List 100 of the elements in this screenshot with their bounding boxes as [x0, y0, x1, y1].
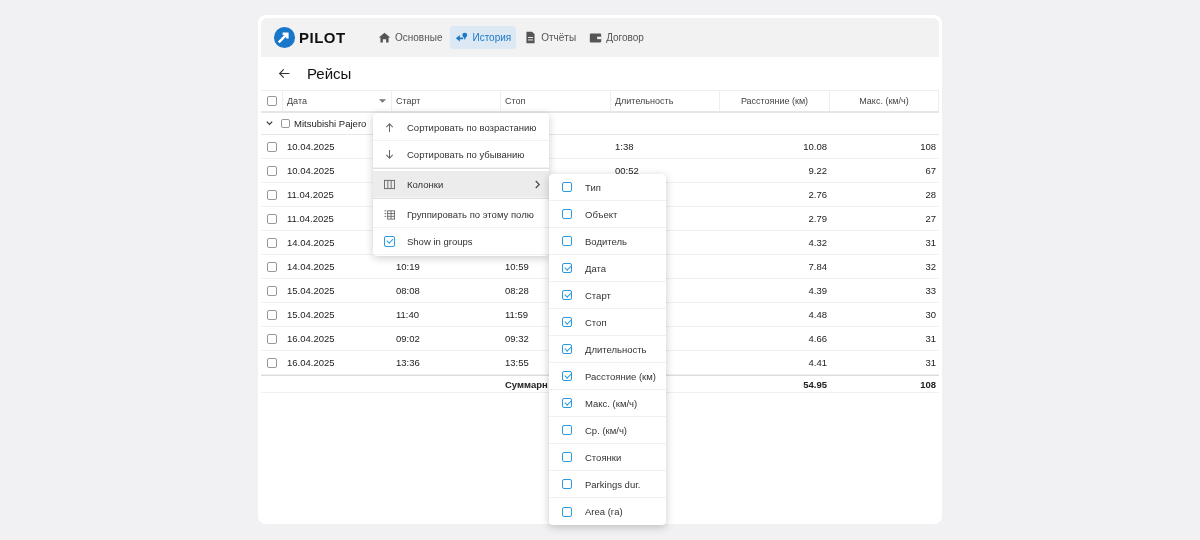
table-cell: 33	[925, 285, 936, 296]
select-all-checkbox[interactable]	[266, 96, 277, 106]
nav-tab[interactable]: История	[450, 26, 517, 49]
row-checkbox[interactable]	[267, 213, 277, 224]
summary-cell: 108	[920, 378, 936, 390]
nav-tab[interactable]: Отчёты	[519, 26, 582, 49]
arrow-down-icon	[384, 148, 395, 160]
table-cell: 11:59	[505, 309, 529, 320]
caret-icon[interactable]	[378, 98, 387, 104]
table-cell: 32	[925, 261, 936, 272]
table-cell: 11.04.2025	[287, 189, 334, 200]
column-header[interactable]: Расстояние (км)	[740, 96, 809, 106]
document-icon	[524, 31, 538, 44]
table-cell: 08:28	[505, 285, 529, 296]
table-cell: 15.04.2025	[287, 309, 335, 320]
row-checkbox[interactable]	[267, 165, 277, 176]
menu-item[interactable]: Дата	[549, 255, 666, 282]
checkbox[interactable]	[562, 290, 572, 300]
checkbox[interactable]	[562, 236, 572, 246]
checkbox[interactable]	[562, 398, 572, 408]
table-cell: 00:52	[615, 165, 639, 176]
row-checkbox[interactable]	[267, 141, 277, 152]
table-cell: 108	[920, 141, 936, 152]
table-cell: 09:32	[505, 333, 529, 344]
columns-icon	[384, 178, 395, 190]
row-checkbox[interactable]	[267, 261, 277, 272]
table-cell: 11.04.2025	[287, 213, 334, 224]
table-cell: 16.04.2025	[287, 333, 335, 344]
menu-item[interactable]: Колонки	[373, 171, 549, 198]
menu-item[interactable]: Старт	[549, 282, 666, 309]
table-icon	[384, 208, 395, 220]
menu-item[interactable]: Группировать по этому полю	[373, 201, 549, 228]
menu-item[interactable]: Расстояние (км)	[549, 363, 666, 390]
column-header[interactable]: Длительность	[615, 96, 674, 106]
table-cell: 14.04.2025	[287, 261, 335, 272]
group-checkbox[interactable]	[281, 119, 290, 128]
checkbox[interactable]	[562, 506, 572, 517]
table-cell: 2.76	[808, 189, 827, 200]
checkbox[interactable]	[562, 317, 572, 327]
checkbox[interactable]	[562, 344, 572, 354]
menu-item[interactable]: Стоп	[549, 309, 666, 336]
menu-item[interactable]: Ср. (км/ч)	[549, 417, 666, 444]
page-title: Рейсы	[307, 65, 352, 82]
summary-label: Суммарн	[505, 378, 548, 390]
menu-item[interactable]: Тип	[549, 174, 666, 201]
checkbox[interactable]	[562, 452, 572, 462]
summary-cell: 54.95	[803, 378, 827, 390]
table-cell: 67	[925, 165, 936, 176]
table-cell: 7.84	[808, 261, 827, 272]
back-arrow-icon[interactable]	[278, 67, 291, 80]
checkbox[interactable]	[562, 479, 572, 489]
menu-item[interactable]: Стоянки	[549, 444, 666, 471]
menu-item[interactable]: Водитель	[549, 228, 666, 255]
checkbox[interactable]	[562, 425, 572, 435]
table-cell: 4.48	[808, 309, 827, 320]
nav-tab[interactable]: Договор	[584, 26, 649, 49]
chevron-icon[interactable]	[265, 119, 274, 128]
table-cell: 9.22	[808, 165, 827, 176]
table-cell: 09:02	[396, 333, 420, 344]
menu-item[interactable]: Сортировать по убыванию	[373, 141, 549, 168]
table-cell: 1:38	[615, 141, 634, 152]
table-cell: 27	[925, 213, 936, 224]
table-cell: 10:19	[396, 261, 420, 272]
nav-tab[interactable]: Основные	[373, 26, 448, 49]
route-pin-icon	[455, 31, 469, 44]
home-icon	[378, 31, 391, 44]
checkbox[interactable]	[384, 235, 395, 247]
table-cell: 10.04.2025	[287, 165, 335, 176]
column-header[interactable]: Старт	[396, 96, 421, 106]
column-header[interactable]: Стоп	[505, 96, 526, 106]
table-cell: 31	[925, 357, 936, 368]
checkbox[interactable]	[562, 209, 572, 219]
table-cell: 31	[925, 237, 936, 248]
table-cell: 11:40	[396, 309, 420, 320]
group-label: Mitsubishi Pajero	[294, 118, 367, 129]
logo-icon	[273, 26, 296, 49]
column-header[interactable]: Дата	[287, 96, 307, 106]
row-checkbox[interactable]	[267, 237, 277, 248]
menu-item[interactable]: Area (га)	[549, 498, 666, 525]
menu-item[interactable]: Объект	[549, 201, 666, 228]
table-cell: 31	[925, 333, 936, 344]
menu-item[interactable]: Parkings dur.	[549, 471, 666, 498]
menu-item[interactable]: Длительность	[549, 336, 666, 363]
checkbox[interactable]	[562, 182, 572, 192]
checkbox[interactable]	[562, 371, 572, 381]
table-cell: 14.04.2025	[287, 237, 335, 248]
row-checkbox[interactable]	[267, 357, 277, 368]
row-checkbox[interactable]	[267, 285, 277, 296]
table-cell: 13:55	[505, 357, 529, 368]
checkbox[interactable]	[562, 263, 572, 273]
row-checkbox[interactable]	[267, 189, 277, 200]
menu-item[interactable]: Макс. (км/ч)	[549, 390, 666, 417]
table-cell: 4.39	[808, 285, 827, 296]
row-checkbox[interactable]	[267, 309, 277, 320]
menu-item[interactable]: Сортировать по возрастанию	[373, 114, 549, 141]
table-cell: 13:36	[396, 357, 420, 368]
column-header[interactable]: Макс. (км/ч)	[859, 96, 909, 106]
table-cell: 28	[925, 189, 936, 200]
table-cell: 4.32	[808, 237, 827, 248]
row-checkbox[interactable]	[267, 333, 277, 344]
